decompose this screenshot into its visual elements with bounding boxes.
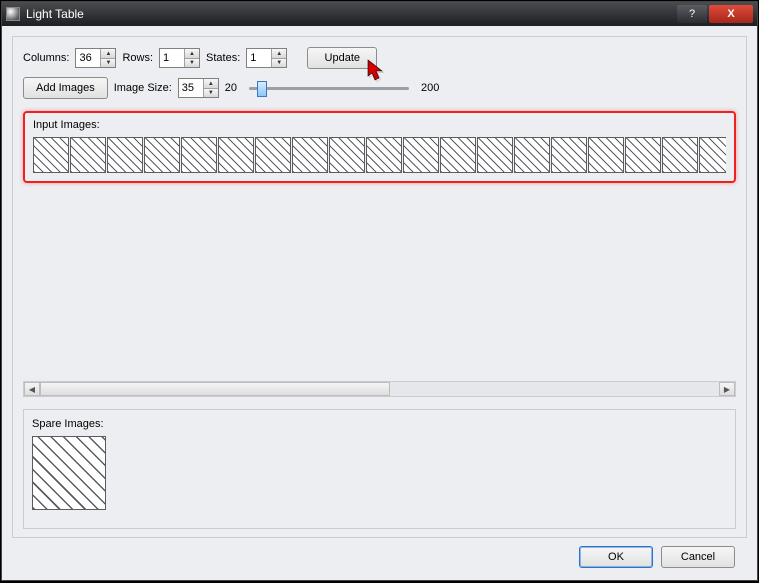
spare-images-label: Spare Images:: [32, 418, 727, 430]
input-image-cell[interactable]: [477, 137, 513, 173]
input-image-cell[interactable]: [33, 137, 69, 173]
input-canvas[interactable]: [23, 191, 736, 381]
input-images-row[interactable]: [33, 137, 726, 173]
spinner-down-icon[interactable]: ▼: [272, 58, 286, 67]
window-title: Light Table: [26, 7, 675, 21]
dialog-footer: OK Cancel: [12, 538, 747, 572]
scroll-thumb[interactable]: [40, 382, 390, 396]
states-input[interactable]: [247, 49, 271, 67]
input-image-cell[interactable]: [292, 137, 328, 173]
spinner-up-icon[interactable]: ▲: [185, 49, 199, 58]
add-images-button[interactable]: Add Images: [23, 77, 108, 99]
image-size-row: Add Images Image Size: ▲ ▼ 20 200: [23, 77, 736, 99]
columns-spinner[interactable]: ▲ ▼: [75, 48, 116, 68]
spinner-down-icon[interactable]: ▼: [204, 88, 218, 97]
main-panel: Columns: ▲ ▼ Rows: ▲ ▼ States:: [12, 36, 747, 538]
input-image-cell[interactable]: [551, 137, 587, 173]
columns-label: Columns:: [23, 52, 69, 64]
scroll-right-icon[interactable]: ▶: [719, 382, 735, 396]
slider-min-label: 20: [225, 82, 237, 94]
image-size-spinner[interactable]: ▲ ▼: [178, 78, 219, 98]
dialog-window: Light Table ? X Columns: ▲ ▼ Rows:: [1, 1, 758, 581]
input-image-cell[interactable]: [662, 137, 698, 173]
scroll-track[interactable]: [40, 382, 719, 396]
spare-images-row[interactable]: [32, 436, 727, 510]
columns-input[interactable]: [76, 49, 100, 67]
slider-track: [249, 87, 409, 90]
input-image-cell[interactable]: [255, 137, 291, 173]
slider-max-label: 200: [421, 82, 439, 94]
spinner-up-icon[interactable]: ▲: [272, 49, 286, 58]
input-image-cell[interactable]: [514, 137, 550, 173]
help-button[interactable]: ?: [677, 5, 707, 23]
close-button[interactable]: X: [709, 5, 753, 23]
input-images-group: Input Images:: [23, 111, 736, 183]
scroll-left-icon[interactable]: ◀: [24, 382, 40, 396]
spinner-up-icon[interactable]: ▲: [101, 49, 115, 58]
input-image-cell[interactable]: [70, 137, 106, 173]
spare-images-group: Spare Images:: [23, 409, 736, 529]
input-image-cell[interactable]: [329, 137, 365, 173]
spare-image-cell[interactable]: [32, 436, 106, 510]
titlebar: Light Table ? X: [2, 2, 757, 26]
input-image-cell[interactable]: [181, 137, 217, 173]
input-image-cell[interactable]: [625, 137, 661, 173]
slider-thumb[interactable]: [257, 81, 267, 97]
ok-button[interactable]: OK: [579, 546, 653, 568]
input-image-cell[interactable]: [588, 137, 624, 173]
config-row: Columns: ▲ ▼ Rows: ▲ ▼ States:: [23, 47, 736, 69]
spinner-up-icon[interactable]: ▲: [204, 79, 218, 88]
input-image-cell[interactable]: [403, 137, 439, 173]
horizontal-scrollbar[interactable]: ◀ ▶: [23, 381, 736, 397]
rows-input[interactable]: [160, 49, 184, 67]
input-image-cell[interactable]: [366, 137, 402, 173]
client-area: Columns: ▲ ▼ Rows: ▲ ▼ States:: [2, 26, 757, 580]
input-image-cell[interactable]: [699, 137, 726, 173]
input-image-cell[interactable]: [440, 137, 476, 173]
cancel-button[interactable]: Cancel: [661, 546, 735, 568]
image-size-slider[interactable]: [249, 79, 409, 97]
image-size-label: Image Size:: [114, 82, 172, 94]
rows-label: Rows:: [122, 52, 153, 64]
spinner-down-icon[interactable]: ▼: [101, 58, 115, 67]
states-label: States:: [206, 52, 240, 64]
update-button[interactable]: Update: [307, 47, 377, 69]
input-canvas-area: ◀ ▶: [23, 191, 736, 397]
input-image-cell[interactable]: [218, 137, 254, 173]
app-icon: [6, 7, 20, 21]
input-image-cell[interactable]: [107, 137, 143, 173]
input-image-cell[interactable]: [144, 137, 180, 173]
rows-spinner[interactable]: ▲ ▼: [159, 48, 200, 68]
input-images-label: Input Images:: [33, 119, 726, 131]
spinner-down-icon[interactable]: ▼: [185, 58, 199, 67]
states-spinner[interactable]: ▲ ▼: [246, 48, 287, 68]
image-size-input[interactable]: [179, 79, 203, 97]
